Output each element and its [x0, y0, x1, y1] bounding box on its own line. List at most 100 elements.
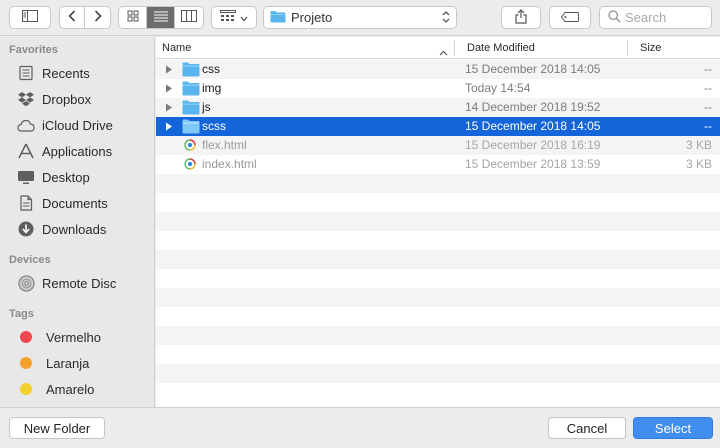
chevron-right-icon: [94, 10, 102, 25]
column-header: Name Date Modified Size: [156, 37, 720, 59]
sort-ascending-icon: [439, 44, 448, 59]
sidebar-item-desktop[interactable]: Desktop: [0, 165, 155, 189]
file-name: img: [202, 81, 222, 95]
new-folder-button[interactable]: New Folder: [9, 417, 105, 439]
size-column-header[interactable]: Size: [640, 37, 661, 59]
tags-header: Tags: [9, 308, 34, 320]
stripe: [156, 364, 720, 383]
folder-icon: [182, 80, 200, 96]
icon-view-button[interactable]: [119, 7, 148, 28]
view-mode-selector: [118, 6, 204, 29]
edit-tags-button[interactable]: [549, 6, 591, 29]
file-row-scss[interactable]: scss 15 December 2018 14:05 --: [156, 117, 720, 136]
grid-arrange-icon: [220, 10, 236, 25]
column-separator: [627, 40, 628, 56]
file-list: Name Date Modified Size css 15 December …: [156, 37, 720, 407]
list-view-button[interactable]: [147, 7, 175, 28]
file-row-js[interactable]: js 14 December 2018 19:52 --: [156, 98, 720, 117]
search-field[interactable]: [599, 6, 712, 29]
search-input[interactable]: [625, 10, 705, 25]
group-by-button[interactable]: [211, 6, 257, 29]
column-view-button[interactable]: [175, 7, 203, 28]
disclosure-triangle-icon[interactable]: [165, 79, 173, 98]
sidebar-item-label: Documents: [42, 195, 108, 211]
forward-button[interactable]: [85, 7, 110, 28]
icloud-icon: [16, 115, 36, 135]
sidebar-item-label: Recents: [42, 65, 90, 81]
sidebar-item-label: Amarelo: [46, 381, 95, 397]
footer-bar: New Folder Cancel Select: [0, 407, 720, 448]
stripe: [156, 174, 720, 193]
folder-icon: [182, 61, 200, 77]
file-date: 15 December 2018 14:05: [465, 119, 601, 133]
file-size: --: [704, 119, 712, 133]
devices-header: Devices: [9, 254, 51, 266]
disclosure-triangle-icon[interactable]: [165, 60, 173, 79]
sidebar-item-applications[interactable]: Applications: [0, 139, 155, 163]
sidebar-item-label: Laranja: [46, 355, 90, 371]
file-date: 14 December 2018 19:52: [465, 100, 601, 114]
sidebar: Favorites Recents Dropbox iCloud Drive A…: [0, 37, 155, 407]
file-row-css[interactable]: css 15 December 2018 14:05 --: [156, 60, 720, 79]
file-date: 15 December 2018 16:19: [465, 138, 601, 152]
list-lines-icon: [153, 10, 168, 25]
orange-tag-dot-icon: [20, 357, 32, 369]
sidebar-item-label: Remote Disc: [42, 275, 117, 291]
favorites-header: Favorites: [9, 44, 58, 56]
folder-icon: [182, 99, 200, 115]
sidebar-item-label: iCloud Drive: [42, 117, 113, 133]
column-separator: [454, 40, 455, 56]
toolbar: Projeto: [0, 0, 720, 36]
sidebar-item-documents[interactable]: Documents: [0, 191, 155, 215]
file-name: css: [202, 62, 220, 76]
sidebar-item-label: Downloads: [42, 221, 107, 237]
sidebar-item-remote-disc[interactable]: Remote Disc: [0, 271, 155, 295]
icon-grid-icon: [127, 10, 139, 25]
file-date: 15 December 2018 13:59: [465, 157, 601, 171]
sidebar-item-tag-vermelho[interactable]: Vermelho: [0, 325, 155, 349]
dropbox-icon: [16, 89, 36, 109]
sidebar-item-label: Vermelho: [46, 329, 101, 345]
back-button[interactable]: [60, 7, 86, 28]
cancel-button[interactable]: Cancel: [548, 417, 626, 439]
applications-icon: [16, 141, 36, 161]
sidebar-item-tag-amarelo[interactable]: Amarelo: [0, 377, 155, 401]
sidebar-item-downloads[interactable]: Downloads: [0, 217, 155, 241]
share-icon: [515, 8, 527, 27]
share-button[interactable]: [501, 6, 541, 29]
chevron-left-icon: [68, 10, 76, 25]
file-size: 3 KB: [685, 157, 712, 171]
select-button[interactable]: Select: [633, 417, 713, 439]
stripe: [156, 212, 720, 231]
stripe: [156, 288, 720, 307]
columns-icon: [180, 10, 197, 25]
file-row-img[interactable]: img Today 14:54 --: [156, 79, 720, 98]
name-column-header[interactable]: Name: [162, 37, 191, 59]
path-popup-button[interactable]: Projeto: [263, 6, 457, 29]
sidebar-item-label: Dropbox: [42, 91, 92, 107]
disclosure-triangle-icon[interactable]: [165, 98, 173, 117]
file-name: js: [202, 100, 211, 114]
file-name: scss: [202, 119, 226, 133]
file-date: Today 14:54: [465, 81, 531, 95]
folder-icon: [182, 118, 200, 134]
sidebar-toggle-button[interactable]: [9, 6, 51, 29]
search-icon: [608, 9, 621, 26]
sidebar-item-tag-laranja[interactable]: Laranja: [0, 351, 155, 375]
file-size: --: [704, 62, 712, 76]
sidebar-item-dropbox[interactable]: Dropbox: [0, 87, 155, 111]
file-name: flex.html: [202, 138, 247, 152]
desktop-icon: [16, 167, 36, 187]
file-row-index-html[interactable]: index.html 15 December 2018 13:59 3 KB: [156, 155, 720, 174]
html-file-icon: [184, 158, 202, 174]
sidebar-item-label: Desktop: [42, 169, 90, 185]
file-row-flex-html[interactable]: flex.html 15 December 2018 16:19 3 KB: [156, 136, 720, 155]
downloads-icon: [16, 219, 36, 239]
nav-back-forward: [59, 6, 111, 29]
stripe: [156, 326, 720, 345]
sidebar-item-recents[interactable]: Recents: [0, 61, 155, 85]
sidebar-item-label: Applications: [42, 143, 113, 159]
disclosure-triangle-icon[interactable]: [165, 117, 173, 136]
date-column-header[interactable]: Date Modified: [467, 37, 535, 59]
sidebar-item-icloud-drive[interactable]: iCloud Drive: [0, 113, 155, 137]
